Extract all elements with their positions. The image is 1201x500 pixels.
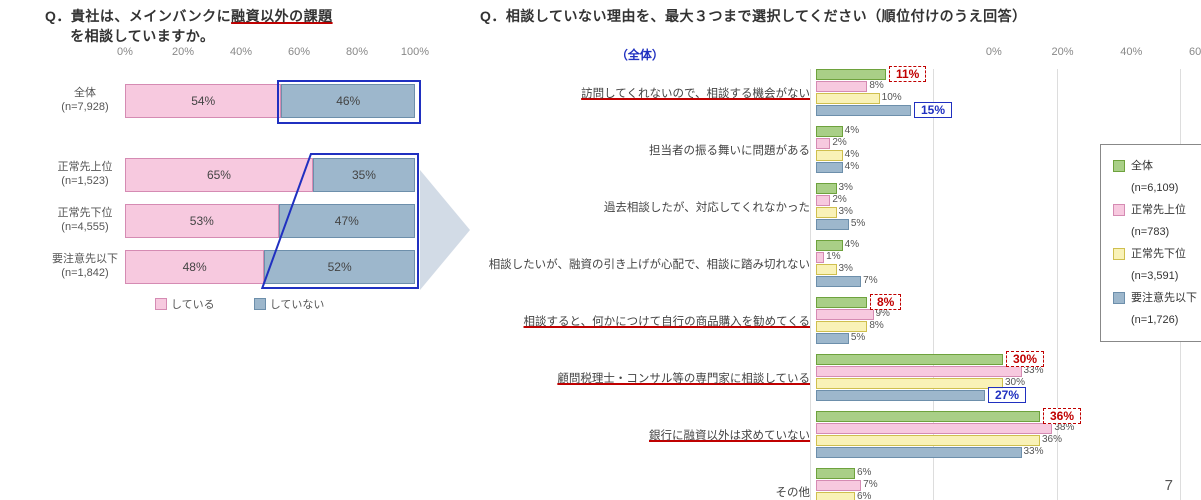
left-row: 要注意先以下(n=1,842)48%52% — [45, 250, 445, 284]
right-bar: 8% — [816, 81, 867, 92]
seg-yes: 48% — [125, 250, 264, 284]
right-bar: 33% — [816, 366, 1022, 377]
callout: 8% — [870, 294, 901, 310]
right-bar: 8%8% — [816, 297, 867, 308]
right-axis: 0%20%40%60% — [994, 46, 1200, 64]
right-category: 相談したいが、融資の引き上げが心配で、相談に踏み切れない4%1%3%7% — [480, 240, 1200, 288]
right-bar: 4% — [816, 240, 843, 251]
right-bar: 7% — [816, 276, 861, 287]
arrow-icon — [420, 170, 470, 290]
right-question: Q．相談していない理由を、最大３つまで選択してください（順位付けのうえ回答） — [480, 6, 1200, 26]
right-bar: 4% — [816, 162, 843, 173]
right-bar: 30%30% — [816, 354, 1003, 365]
right-category: その他6%7%6%6% — [480, 468, 1200, 500]
right-category: 相談すると、何かにつけて自行の商品購入を勧めてくる8%8%9%8%5% — [480, 297, 1200, 345]
right-bar: 2% — [816, 195, 830, 206]
right-legend: 全体(n=6,109)正常先上位(n=783)正常先下位(n=3,591)要注意… — [1100, 144, 1201, 342]
right-bar: 27%27% — [816, 390, 985, 401]
right-bar: 3% — [816, 183, 837, 194]
seg-yes: 53% — [125, 204, 279, 238]
left-chart: Q．貴社は、メインバンクに融資以外の課題 を相談していますか。 0%20%40%… — [45, 6, 445, 313]
right-bar: 5% — [816, 333, 849, 344]
right-bar: 33% — [816, 447, 1022, 458]
right-category: 訪問してくれないので、相談する機会がない11%11%8%10%15%15% — [480, 69, 1200, 117]
seg-no: 47% — [279, 204, 415, 238]
right-subtitle: （全体） — [616, 48, 664, 62]
right-category-label: その他 — [480, 484, 816, 500]
right-category-label: 過去相談したが、対応してくれなかった — [480, 199, 816, 215]
right-bar: 10% — [816, 93, 880, 104]
left-question: Q．貴社は、メインバンクに融資以外の課題 を相談していますか。 — [45, 6, 445, 46]
callout: 30% — [1006, 351, 1044, 367]
callout: 36% — [1043, 408, 1081, 424]
right-category-label: 銀行に融資以外は求めていない — [480, 427, 816, 443]
right-bar: 6% — [816, 468, 855, 479]
left-legend: している していない — [155, 296, 445, 313]
left-row: 正常先上位(n=1,523)65%35% — [45, 158, 445, 192]
right-bar: 7% — [816, 480, 861, 491]
right-bar: 36% — [816, 435, 1040, 446]
right-bar: 11%11% — [816, 69, 886, 80]
right-category: 顧問税理士・コンサル等の専門家に相談している30%30%33%30%27%27% — [480, 354, 1200, 402]
right-bar: 3% — [816, 264, 837, 275]
right-category: 担当者の振る舞いに問題がある4%2%4%4% — [480, 126, 1200, 174]
right-bar: 9% — [816, 309, 874, 320]
left-row: 正常先下位(n=4,555)53%47% — [45, 204, 445, 238]
left-axis: 0%20%40%60%80%100% — [125, 46, 415, 72]
page-number: 7 — [1165, 477, 1173, 494]
right-bar: 5% — [816, 219, 849, 230]
right-bar: 36%36% — [816, 411, 1040, 422]
right-chart: Q．相談していない理由を、最大３つまで選択してください（順位付けのうえ回答） （… — [480, 6, 1200, 26]
right-category: 過去相談したが、対応してくれなかった3%2%3%5% — [480, 183, 1200, 231]
right-bar: 3% — [816, 207, 837, 218]
right-bar: 38% — [816, 423, 1052, 434]
right-bar: 1% — [816, 252, 824, 263]
right-bar: 30% — [816, 378, 1003, 389]
right-bar: 8% — [816, 321, 867, 332]
right-bar: 6% — [816, 492, 855, 500]
right-bar: 2% — [816, 138, 830, 149]
left-row: 全体(n=7,928)54%46% — [45, 84, 445, 118]
left-row-label: 要注意先以下(n=1,842) — [45, 253, 125, 281]
right-bars: 訪問してくれないので、相談する機会がない11%11%8%10%15%15%担当者… — [480, 69, 1200, 500]
callout: 15% — [914, 102, 952, 118]
right-category-label: 相談したいが、融資の引き上げが心配で、相談に踏み切れない — [480, 256, 816, 272]
left-bars: 全体(n=7,928)54%46%正常先上位(n=1,523)65%35%正常先… — [45, 84, 445, 284]
right-category-label: 相談すると、何かにつけて自行の商品購入を勧めてくる — [480, 313, 816, 329]
right-bar: 15%15% — [816, 105, 911, 116]
seg-no: 46% — [281, 84, 415, 118]
right-bar: 4% — [816, 126, 843, 137]
right-category-label: 担当者の振る舞いに問題がある — [480, 142, 816, 158]
right-category-label: 訪問してくれないので、相談する機会がない — [480, 85, 816, 101]
left-row-label: 正常先下位(n=4,555) — [45, 207, 125, 235]
seg-yes: 65% — [125, 158, 313, 192]
seg-no: 35% — [313, 158, 415, 192]
seg-yes: 54% — [125, 84, 281, 118]
callout: 27% — [988, 387, 1026, 403]
right-category: 銀行に融資以外は求めていない36%36%38%36%33% — [480, 411, 1200, 459]
right-category-label: 顧問税理士・コンサル等の専門家に相談している — [480, 370, 816, 386]
right-bar: 4% — [816, 150, 843, 161]
seg-no: 52% — [264, 250, 415, 284]
left-row-label: 全体(n=7,928) — [45, 87, 125, 115]
left-row-label: 正常先上位(n=1,523) — [45, 161, 125, 189]
callout: 11% — [889, 66, 926, 82]
